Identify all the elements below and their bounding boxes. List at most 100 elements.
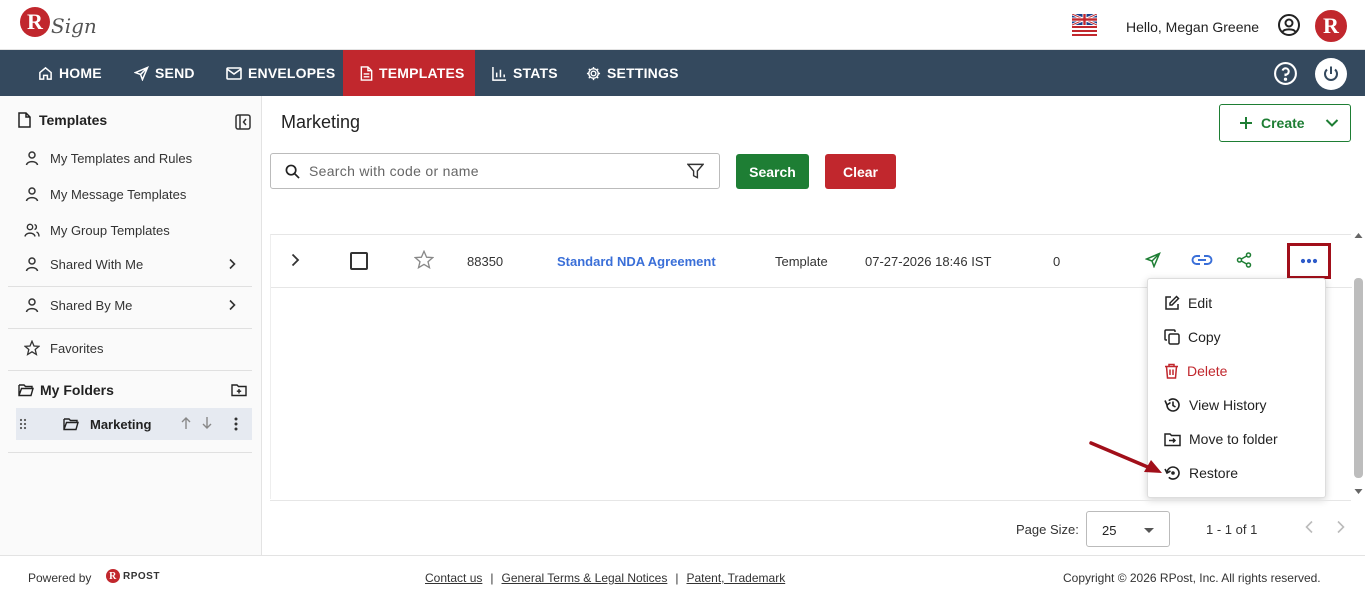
sidebar-item-message-templates[interactable]: My Message Templates [24,186,186,202]
nav-home[interactable]: HOME [38,50,102,96]
drag-handle-icon[interactable] [19,418,27,430]
folder-item-marketing[interactable]: Marketing [16,408,252,440]
scroll-up-icon[interactable] [1354,232,1363,239]
rpost-logo-letter: R [106,569,120,583]
sidebar-title[interactable]: Templates [18,112,107,128]
nav-label: SETTINGS [607,65,679,81]
link-icon[interactable] [1191,254,1213,266]
rsign-logo[interactable]: R Sign [20,6,97,38]
sidebar-divider [8,452,252,453]
restore-icon [1164,465,1181,481]
rpost-logo-word: RPOST [123,570,160,582]
uk-flag-icon[interactable] [1072,14,1097,36]
sidebar-item-shared-by-me[interactable]: Shared By Me [24,297,132,313]
user-circle-icon[interactable] [1277,13,1301,37]
create-button[interactable]: Create [1219,104,1351,142]
menu-item-view-history[interactable]: View History [1164,397,1267,413]
filter-icon[interactable] [687,163,704,179]
star-icon[interactable] [414,250,434,269]
nav-label: SEND [155,65,195,81]
menu-item-move-to-folder[interactable]: Move to folder [1164,431,1278,447]
chevron-right-icon[interactable] [1336,520,1346,534]
nav-stats[interactable]: STATS [492,50,558,96]
chevron-down-icon[interactable] [1325,118,1339,128]
caret-down-icon [1144,528,1154,533]
terms-link[interactable]: General Terms & Legal Notices [502,571,668,585]
user-icon [24,150,40,166]
expand-chevron-icon[interactable] [289,253,301,267]
scroll-down-icon[interactable] [1354,488,1363,495]
clear-button[interactable]: Clear [825,154,896,189]
menu-item-restore[interactable]: Restore [1164,465,1238,481]
user-icon [24,256,40,272]
link-separator: | [490,571,494,585]
search-input[interactable] [309,154,669,188]
page-size-select[interactable]: 25 [1086,511,1170,547]
patent-link[interactable]: Patent, Trademark [686,571,785,585]
sidebar-divider [8,328,252,329]
menu-item-label: View History [1189,397,1267,413]
row-checkbox[interactable] [350,252,368,270]
menu-item-delete[interactable]: Delete [1164,363,1227,379]
nav-settings[interactable]: SETTINGS [586,50,679,96]
sidebar-item-favorites[interactable]: Favorites [24,340,103,356]
my-folders-header[interactable]: My Folders [18,382,114,398]
footer: Powered by R RPOST Contact us | General … [0,555,1365,595]
sidebar-divider [8,286,252,287]
folder-name: Marketing [90,417,152,432]
contact-us-link[interactable]: Contact us [425,571,482,585]
share-icon[interactable] [1236,252,1252,268]
search-button[interactable]: Search [736,154,809,189]
send-icon [134,65,149,81]
chevron-right-icon[interactable] [226,299,238,311]
menu-item-label: Restore [1189,465,1239,481]
menu-item-label: Delete [1187,363,1228,379]
nav-send[interactable]: SEND [134,50,195,96]
arrow-up-icon[interactable] [180,416,192,430]
scrollbar-thumb[interactable] [1354,278,1363,478]
menu-item-label: Edit [1188,295,1213,311]
link-separator: | [675,571,679,585]
sidebar-item-group-templates[interactable]: My Group Templates [24,222,170,238]
user-icon [24,186,40,202]
more-actions-button[interactable] [1287,243,1331,279]
collapse-sidebar-icon[interactable] [235,114,251,130]
nav-templates[interactable]: TEMPLATES [343,50,475,96]
logo-letter: R [20,7,50,37]
power-icon[interactable] [1315,58,1347,90]
menu-item-copy[interactable]: Copy [1164,329,1221,345]
table-scrollbar[interactable] [1352,232,1365,497]
sidebar-item-label: My Message Templates [50,186,187,202]
add-folder-icon[interactable] [231,383,247,397]
sidebar-divider [8,370,252,371]
template-type: Template [775,254,828,269]
nav-label: ENVELOPES [248,65,336,81]
rpost-logo[interactable]: R RPOST [106,569,160,583]
search-icon [285,164,300,179]
search-box [270,153,720,189]
sidebar-item-my-templates[interactable]: My Templates and Rules [24,150,192,166]
sidebar-item-shared-with-me[interactable]: Shared With Me [24,256,143,272]
actions-dropdown: Edit Copy Delete View History Move to fo… [1147,278,1326,498]
user-greeting: Hello, Megan Greene [1126,19,1260,35]
menu-item-label: Copy [1188,329,1221,345]
nav-envelopes[interactable]: ENVELOPES [226,50,335,96]
menu-item-edit[interactable]: Edit [1164,295,1212,311]
chevron-right-icon[interactable] [226,258,238,270]
send-icon[interactable] [1145,252,1161,268]
help-icon[interactable] [1273,61,1298,86]
folder-move-icon [1164,432,1181,447]
sidebar-item-label: Shared By Me [50,297,133,313]
template-name-link[interactable]: Standard NDA Agreement [557,254,716,269]
arrow-down-icon[interactable] [201,416,213,430]
plus-icon [1239,116,1253,130]
nav-label: HOME [59,65,102,81]
document-icon [18,112,31,128]
history-icon [1164,397,1181,413]
kebab-menu-icon[interactable] [234,417,238,431]
ellipsis-icon [1300,258,1318,264]
template-count: 0 [1053,254,1061,269]
chevron-left-icon[interactable] [1304,520,1314,534]
sidebar-title-label: Templates [39,112,108,128]
avatar[interactable]: R [1315,10,1347,42]
